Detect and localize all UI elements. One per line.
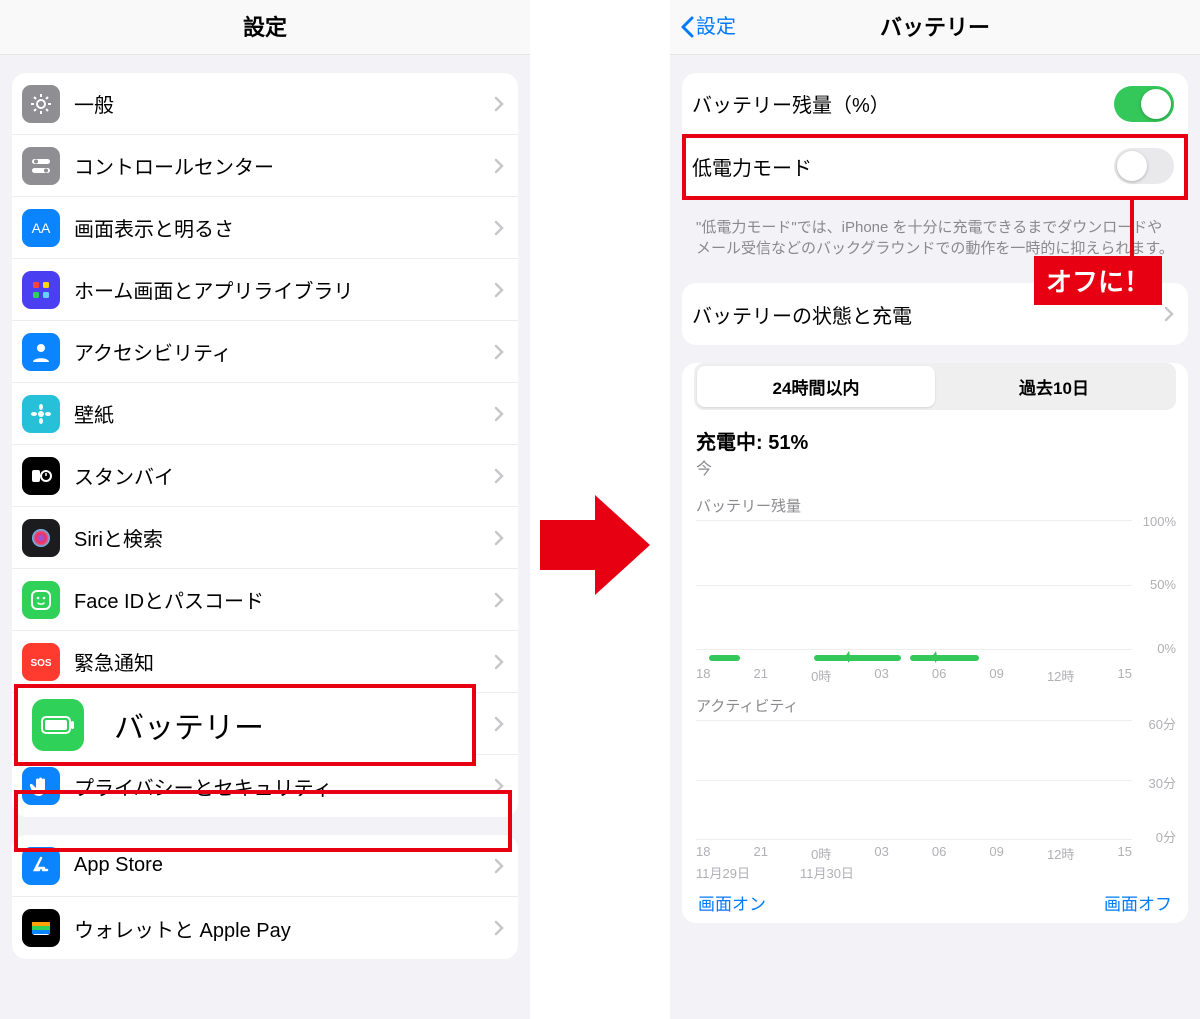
ylab: 100% xyxy=(1143,514,1176,529)
toggle-battery-percentage[interactable] xyxy=(1114,86,1174,122)
chevron-right-icon xyxy=(494,592,504,608)
usage-card: 24時間以内 過去10日 充電中: 51% 今 バッテリー残量 100% 50%… xyxy=(682,363,1188,923)
row-label: Siriと検索 xyxy=(74,523,494,552)
chevron-right-icon xyxy=(494,530,504,546)
svg-text:SOS: SOS xyxy=(30,658,51,669)
svg-text:AA: AA xyxy=(32,220,51,236)
charging-indicator-track xyxy=(696,654,1132,662)
row-label: ウォレットと Apple Pay xyxy=(74,914,494,943)
charging-status: 充電中: 51% xyxy=(682,422,1188,455)
row-home[interactable]: ホーム画面とアプリライブラリ xyxy=(12,259,518,321)
chevron-right-icon xyxy=(494,220,504,236)
label-battery-percentage: バッテリー残量（%） xyxy=(692,89,1114,118)
chart-xdates: 11月29日11月30日 xyxy=(696,863,1132,882)
switches-icon xyxy=(22,147,60,185)
chevron-right-icon xyxy=(494,158,504,174)
chevron-right-icon xyxy=(494,858,504,874)
ylab: 0分 xyxy=(1156,827,1176,846)
chart-xlabels2: 18210時03060912時15 xyxy=(696,844,1132,863)
seg-24h[interactable]: 24時間以内 xyxy=(697,366,935,407)
back-label: 設定 xyxy=(696,0,736,55)
legend-screen-off: 画面オフ xyxy=(1104,890,1172,915)
ylab: 0% xyxy=(1157,641,1176,656)
hand-icon xyxy=(22,767,60,805)
row-siri[interactable]: Siriと検索 xyxy=(12,507,518,569)
row-appstore[interactable]: App Store xyxy=(12,835,518,897)
battery-title: バッテリー xyxy=(880,15,990,40)
badge-off: オフに！ xyxy=(1034,256,1162,305)
legend-screen-on: 画面オン xyxy=(698,890,766,915)
faceid-icon xyxy=(22,581,60,619)
battery-level-chart: 100% 50% 0% xyxy=(696,520,1174,650)
row-label: コントロールセンター xyxy=(74,151,494,180)
chevron-right-icon xyxy=(494,282,504,298)
row-label: アクセシビリティ xyxy=(74,337,494,366)
row-general[interactable]: 一般 xyxy=(12,73,518,135)
settings-header: 設定 xyxy=(0,0,530,55)
chevron-right-icon xyxy=(494,406,504,422)
person-icon xyxy=(22,333,60,371)
row-display[interactable]: AA 画面表示と明るさ xyxy=(12,197,518,259)
badge-connector xyxy=(1130,200,1134,256)
toggle-low-power-mode[interactable] xyxy=(1114,148,1174,184)
row-wallet[interactable]: ウォレットと Apple Pay xyxy=(12,897,518,959)
row-label: スタンバイ xyxy=(74,461,494,490)
ylab: 60分 xyxy=(1149,714,1176,733)
row-control-center[interactable]: コントロールセンター xyxy=(12,135,518,197)
chart-xlabels: 18210時03060912時15 xyxy=(696,666,1132,685)
row-label: App Store xyxy=(74,854,494,877)
back-button[interactable]: 設定 xyxy=(680,0,736,54)
row-label: 画面表示と明るさ xyxy=(74,213,494,242)
wallet-icon xyxy=(22,909,60,947)
chevron-right-icon xyxy=(1164,306,1174,322)
ylab: 50% xyxy=(1150,577,1176,592)
chevron-right-icon xyxy=(494,96,504,112)
callout-battery-enlarged: バッテリー xyxy=(14,684,476,766)
chevron-right-icon xyxy=(494,778,504,794)
row-wallpaper[interactable]: 壁紙 xyxy=(12,383,518,445)
row-label: プライバシーとセキュリティ xyxy=(74,772,494,801)
row-label: 一般 xyxy=(74,89,494,118)
row-low-power-mode[interactable]: 低電力モード xyxy=(682,135,1188,197)
toggle-group: バッテリー残量（%） 低電力モード xyxy=(682,73,1188,197)
appstore-icon xyxy=(22,847,60,885)
row-label: Face IDとパスコード xyxy=(74,585,494,614)
seg-10d[interactable]: 過去10日 xyxy=(935,366,1173,407)
grid-icon xyxy=(22,271,60,309)
row-label: ホーム画面とアプリライブラリ xyxy=(74,275,494,304)
label-low-power-mode: 低電力モード xyxy=(692,152,1114,181)
clock-icon xyxy=(22,457,60,495)
row-battery-percentage[interactable]: バッテリー残量（%） xyxy=(682,73,1188,135)
gear-icon xyxy=(22,85,60,123)
row-label: 緊急通知 xyxy=(74,647,494,676)
sun-icon: AA xyxy=(22,209,60,247)
chevron-right-icon xyxy=(494,654,504,670)
sos-icon: SOS xyxy=(22,643,60,681)
ylab: 30分 xyxy=(1149,773,1176,792)
row-label: 壁紙 xyxy=(74,399,494,428)
row-standby[interactable]: スタンバイ xyxy=(12,445,518,507)
siri-icon xyxy=(22,519,60,557)
time-range-segmented[interactable]: 24時間以内 過去10日 xyxy=(694,363,1176,410)
row-faceid[interactable]: Face IDとパスコード xyxy=(12,569,518,631)
flower-icon xyxy=(22,395,60,433)
row-accessibility[interactable]: アクセシビリティ xyxy=(12,321,518,383)
chevron-right-icon xyxy=(494,344,504,360)
arrow-icon xyxy=(540,490,650,605)
activity-legend: 画面オン 画面オフ xyxy=(682,882,1188,915)
chart1-title: バッテリー残量 xyxy=(682,485,1188,520)
battery-header: 設定 バッテリー xyxy=(670,0,1200,55)
callout-label: バッテリー xyxy=(114,703,264,747)
charging-sub: 今 xyxy=(682,455,1188,485)
chevron-right-icon xyxy=(494,716,504,732)
settings-title: 設定 xyxy=(243,15,287,40)
chevron-right-icon xyxy=(494,920,504,936)
battery-screen: 設定 バッテリー バッテリー残量（%） 低電力モード "低電力モード"では、iP… xyxy=(670,0,1200,1019)
settings-screen: 設定 一般コントロールセンター AA 画面表示と明るさホーム画面とアプリライブラリア… xyxy=(0,0,530,1019)
chevron-right-icon xyxy=(494,468,504,484)
battery-icon xyxy=(32,699,84,751)
activity-chart: 60分 30分 0分 xyxy=(696,720,1174,840)
chevron-left-icon xyxy=(680,16,694,38)
chart2-title: アクティビティ xyxy=(682,685,1188,720)
